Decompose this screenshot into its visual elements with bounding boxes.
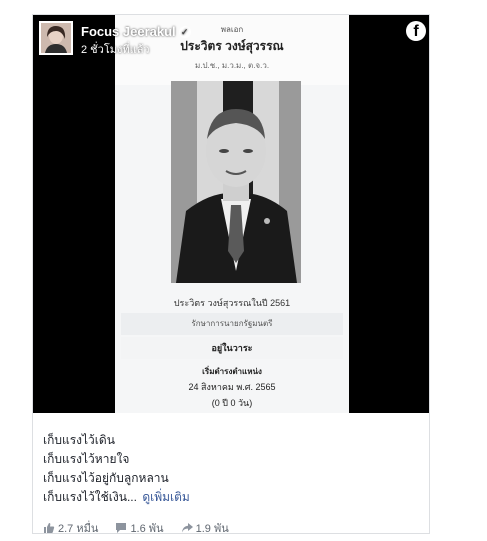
- engagement-bar: 2.7 หมื่น 1.6 พัน 1.9 พัน: [43, 519, 243, 534]
- infobox-panel: พลเอก ประวิตร วงษ์สุวรรณ ม.ป.ช., ม.ว.ม.,…: [115, 15, 349, 413]
- share-icon: [181, 523, 193, 533]
- verified-badge-icon: ✓: [178, 26, 191, 38]
- shares-count-text: 1.9 พัน: [195, 523, 229, 534]
- infobox-name: ประวิตร วงษ์สุวรรณ: [180, 39, 284, 53]
- thumbs-up-icon: [44, 523, 55, 533]
- term-duration: (0 ปี 0 วัน): [211, 398, 253, 408]
- comments-count-text: 1.6 พัน: [130, 523, 164, 534]
- likes-count-text: 2.7 หมื่น: [58, 523, 99, 534]
- see-more-link[interactable]: ดูเพิ่มเติม: [142, 490, 190, 504]
- facebook-post-card: พลเอก ประวิตร วงษ์สุวรรณ ม.ป.ช., ม.ว.ม.,…: [32, 14, 430, 534]
- portrait-photo: [171, 81, 301, 283]
- photo-caption: ประวิตร วงษ์สุวรรณในปี 2561: [173, 298, 291, 308]
- post-image[interactable]: พลเอก ประวิตร วงษ์สุวรรณ ม.ป.ช., ม.ว.ม.,…: [33, 15, 429, 413]
- post-line: เก็บแรงไว้ใช้เงิน...: [43, 490, 137, 504]
- post-line-last: เก็บแรงไว้ใช้เงิน... ดูเพิ่มเติม: [43, 488, 190, 507]
- term-start-title: เริ่มดำรงตำแหน่ง: [202, 367, 262, 376]
- comments-count[interactable]: 1.6 พัน: [115, 519, 164, 534]
- comment-icon: [116, 523, 127, 533]
- author-avatar[interactable]: [39, 21, 73, 55]
- infobox-decorations: ม.ป.ช., ม.ว.ม., ต.จ.ว.: [194, 61, 270, 70]
- post-line: เก็บแรงไว้อยู่กับลูกหลาน: [43, 471, 169, 485]
- shares-count[interactable]: 1.9 พัน: [181, 519, 229, 534]
- author-name-text[interactable]: Focus Jeerakul: [81, 24, 176, 39]
- infobox-role: รักษาการนายกรัฐมนตรี: [121, 313, 343, 335]
- post-line: เก็บแรงไว้หายใจ: [43, 452, 130, 466]
- term-start-date: 24 สิงหาคม พ.ศ. 2565: [188, 382, 276, 392]
- author-name[interactable]: Focus Jeerakul ✓: [81, 24, 191, 39]
- likes-count[interactable]: 2.7 หมื่น: [43, 519, 99, 534]
- infobox-status: อยู่ในวาระ: [121, 337, 343, 359]
- post-text: เก็บแรงไว้เดิน เก็บแรงไว้หายใจ เก็บแรงไว…: [43, 431, 190, 507]
- post-line: เก็บแรงไว้เดิน: [43, 433, 115, 447]
- post-timestamp[interactable]: 2 ชั่วโมงที่แล้ว: [81, 40, 150, 58]
- facebook-icon[interactable]: f: [406, 21, 426, 41]
